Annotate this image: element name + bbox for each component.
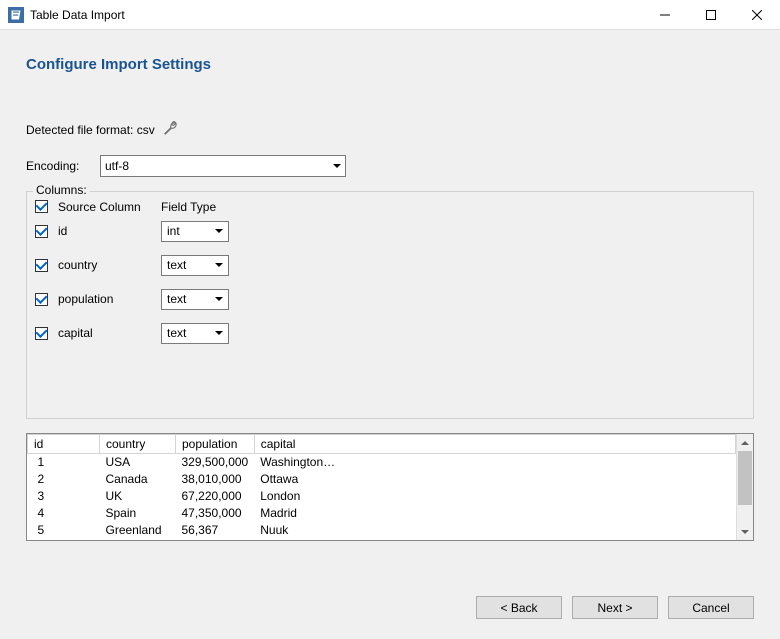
column-name: country bbox=[58, 258, 161, 272]
preview-table: idcountrypopulationcapital 1USA329,500,0… bbox=[26, 433, 754, 541]
column-name: id bbox=[58, 224, 161, 238]
maximize-button[interactable] bbox=[688, 0, 734, 30]
chevron-down-icon bbox=[215, 297, 223, 301]
page-title: Configure Import Settings bbox=[26, 56, 754, 73]
next-button[interactable]: Next > bbox=[572, 596, 658, 619]
cancel-button[interactable]: Cancel bbox=[668, 596, 754, 619]
titlebar: Table Data Import bbox=[0, 0, 780, 30]
wrench-icon[interactable] bbox=[163, 121, 178, 139]
column-checkbox[interactable] bbox=[35, 293, 48, 306]
detected-format-label: Detected file format: csv bbox=[26, 123, 155, 137]
column-name: capital bbox=[58, 326, 161, 340]
columns-fieldset: Columns: Source Column Field Type idintc… bbox=[26, 191, 754, 419]
header-source: Source Column bbox=[58, 200, 161, 214]
scrollbar[interactable] bbox=[736, 434, 753, 540]
scroll-thumb[interactable] bbox=[738, 451, 752, 505]
encoding-value: utf-8 bbox=[105, 159, 129, 173]
close-button[interactable] bbox=[734, 0, 780, 30]
field-type-select[interactable]: int bbox=[161, 221, 229, 242]
table-row: 1USA329,500,000Washington… bbox=[28, 454, 736, 471]
chevron-down-icon bbox=[333, 164, 341, 168]
column-name: population bbox=[58, 292, 161, 306]
preview-header[interactable]: country bbox=[100, 435, 176, 454]
preview-header[interactable]: capital bbox=[254, 435, 735, 454]
scroll-down-icon[interactable] bbox=[737, 523, 753, 540]
columns-header: Source Column Field Type bbox=[35, 200, 745, 214]
app-icon bbox=[8, 7, 24, 23]
field-type-select[interactable]: text bbox=[161, 323, 229, 344]
chevron-down-icon bbox=[215, 331, 223, 335]
preview-header[interactable]: population bbox=[176, 435, 255, 454]
field-type-select[interactable]: text bbox=[161, 255, 229, 276]
header-type: Field Type bbox=[161, 200, 216, 214]
table-row: 4Spain47,350,000Madrid bbox=[28, 505, 736, 522]
encoding-label: Encoding: bbox=[26, 159, 100, 173]
back-button[interactable]: < Back bbox=[476, 596, 562, 619]
field-type-select[interactable]: text bbox=[161, 289, 229, 310]
column-checkbox[interactable] bbox=[35, 259, 48, 272]
table-row: 5Greenland56,367Nuuk bbox=[28, 522, 736, 539]
minimize-button[interactable] bbox=[642, 0, 688, 30]
window-controls bbox=[642, 0, 780, 29]
chevron-down-icon bbox=[215, 263, 223, 267]
chevron-down-icon bbox=[215, 229, 223, 233]
preview-header[interactable]: id bbox=[28, 435, 100, 454]
column-checkbox[interactable] bbox=[35, 327, 48, 340]
column-checkbox[interactable] bbox=[35, 225, 48, 238]
columns-legend: Columns: bbox=[33, 183, 90, 197]
table-row: 2Canada38,010,000Ottawa bbox=[28, 471, 736, 488]
encoding-select[interactable]: utf-8 bbox=[100, 155, 346, 177]
table-row: 3UK67,220,000London bbox=[28, 488, 736, 505]
master-checkbox[interactable] bbox=[35, 200, 48, 213]
scroll-up-icon[interactable] bbox=[737, 434, 753, 451]
window-title: Table Data Import bbox=[30, 8, 642, 22]
